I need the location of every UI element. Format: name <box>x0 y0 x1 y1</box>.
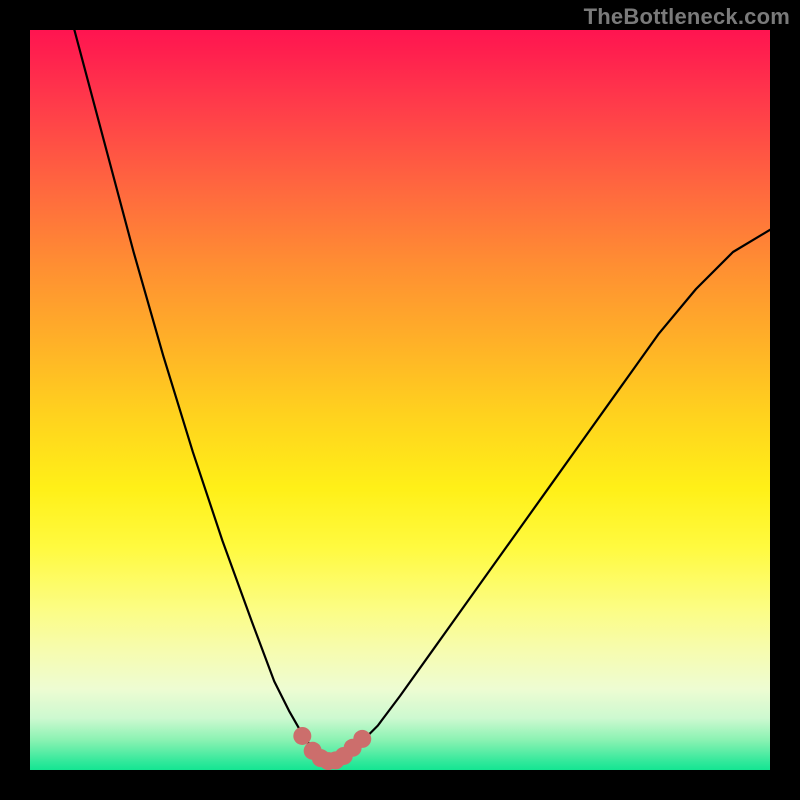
chart-svg <box>30 30 770 770</box>
curve-marker <box>293 727 311 745</box>
chart-frame: TheBottleneck.com <box>0 0 800 800</box>
bottleneck-curve <box>74 30 770 759</box>
curve-layer <box>74 30 770 759</box>
plot-area <box>30 30 770 770</box>
watermark-text: TheBottleneck.com <box>584 4 790 30</box>
marker-layer <box>293 727 371 770</box>
curve-marker <box>353 730 371 748</box>
